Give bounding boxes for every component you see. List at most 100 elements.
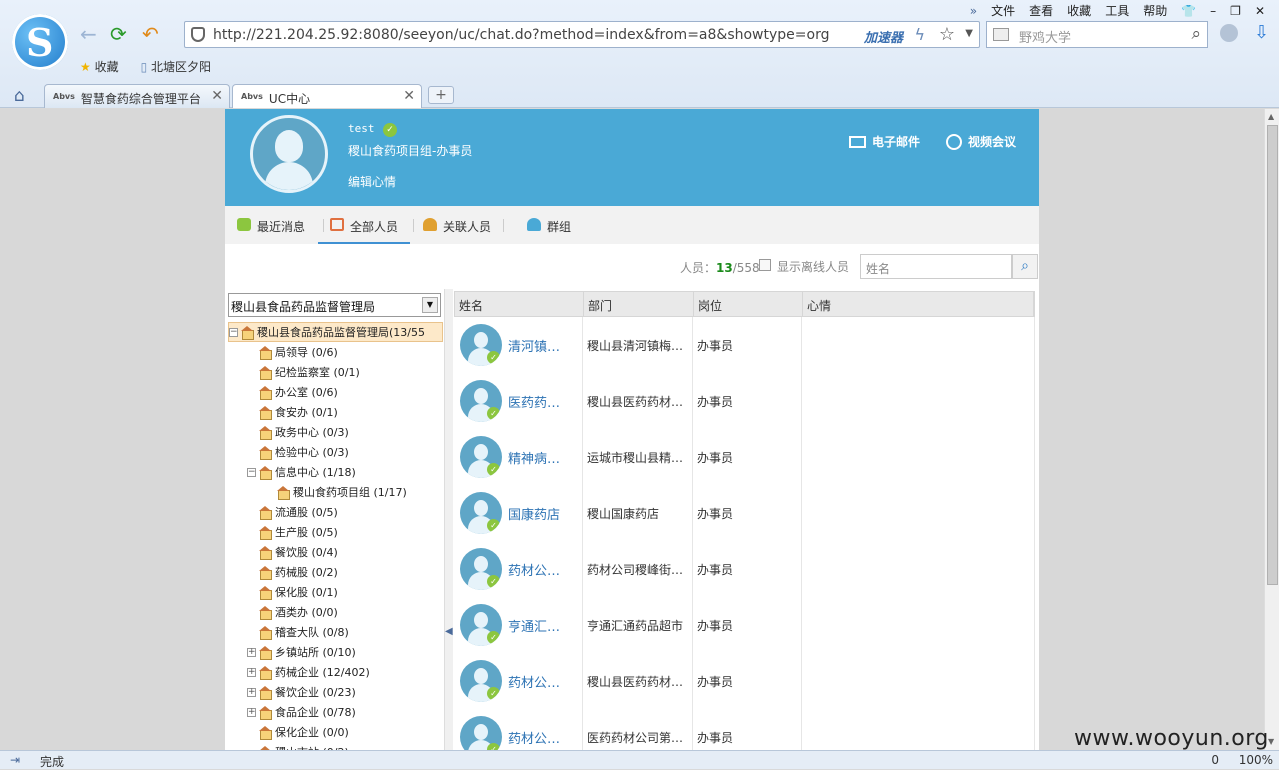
name-search-input[interactable]: 姓名	[860, 254, 1012, 279]
download-icon[interactable]: ⇩	[1254, 22, 1269, 43]
tab-platform[interactable]: Abvs 智慧食药综合管理平台 ✕	[44, 84, 230, 108]
header-name[interactable]: 姓名	[455, 292, 584, 316]
panel-splitter[interactable]: ◀	[445, 289, 453, 750]
tree-node[interactable]: + 餐饮企业 (0/23)	[247, 682, 356, 702]
tree-node[interactable]: − 稷山县食品药品监督管理局(13/55	[228, 322, 443, 342]
member-name[interactable]: 药材公…	[508, 672, 560, 691]
tree-node[interactable]: 食安办 (0/1)	[247, 402, 338, 422]
member-name[interactable]: 药材公…	[508, 728, 560, 747]
menu-help[interactable]: 帮助	[1143, 2, 1167, 19]
tab-all-members[interactable]: 全部人员	[318, 206, 410, 244]
tree-node[interactable]: 稷山市站 (0/2)	[247, 742, 349, 750]
tab-uc-center[interactable]: Abvs UC中心 ✕	[232, 84, 422, 108]
tree-node[interactable]: 稷山食药项目组 (1/17)	[265, 482, 407, 502]
avatar[interactable]	[250, 115, 328, 193]
expand-icon[interactable]: +	[247, 687, 256, 697]
show-offline-checkbox[interactable]	[759, 259, 771, 271]
search-button[interactable]: ⌕	[1012, 254, 1038, 279]
image-search-icon[interactable]	[993, 28, 1009, 41]
refresh-icon[interactable]: ⟳	[110, 22, 127, 46]
member-name[interactable]: 清河镇…	[508, 336, 560, 355]
tree-node[interactable]: 保化股 (0/1)	[247, 582, 338, 602]
expand-icon[interactable]: +	[247, 667, 256, 677]
back-icon[interactable]: ←	[80, 22, 97, 46]
chevron-down-icon[interactable]: ▼	[965, 28, 973, 39]
accelerator-label[interactable]: 加速器	[864, 27, 903, 46]
menu-file[interactable]: 文件	[991, 2, 1015, 19]
member-row[interactable]: ✓ 国康药店 稷山国康药店 办事员	[454, 485, 1035, 541]
member-name[interactable]: 国康药店	[508, 504, 560, 523]
new-tab-button[interactable]: +	[428, 86, 454, 104]
tree-node[interactable]: 保化企业 (0/0)	[247, 722, 349, 742]
member-row[interactable]: ✓ 药材公… 医药药材公司第… 办事员	[454, 709, 1035, 750]
menu-tools[interactable]: 工具	[1105, 2, 1129, 19]
tree-node[interactable]: + 乡镇站所 (0/10)	[247, 642, 356, 662]
member-row[interactable]: ✓ 药材公… 稷山县医药药材… 办事员	[454, 653, 1035, 709]
bookmark-item[interactable]: ▯ 北塘区夕阳	[141, 58, 211, 75]
header-mood[interactable]: 心情	[803, 292, 1034, 316]
tree-node[interactable]: 药械股 (0/2)	[247, 562, 338, 582]
org-select[interactable]: 稷山县食品药品监督管理局 ▼	[228, 293, 441, 317]
user-icon[interactable]	[1220, 24, 1238, 42]
member-row[interactable]: ✓ 药材公… 药材公司稷峰街… 办事员	[454, 541, 1035, 597]
home-icon[interactable]: ⌂	[14, 86, 25, 106]
tree-node[interactable]: + 药械企业 (12/402)	[247, 662, 370, 682]
tree-node[interactable]: 办公室 (0/6)	[247, 382, 338, 402]
expand-icon[interactable]: +	[247, 647, 256, 657]
bolt-icon[interactable]: ϟ	[914, 25, 925, 44]
avatar[interactable]: ✓	[460, 380, 502, 422]
tree-node[interactable]: 生产股 (0/5)	[247, 522, 338, 542]
avatar[interactable]: ✓	[460, 492, 502, 534]
browser-search-box[interactable]: 野鸡大学 ⌕	[986, 21, 1208, 48]
email-button[interactable]: 电子邮件	[849, 133, 920, 150]
avatar[interactable]: ✓	[460, 324, 502, 366]
tree-node[interactable]: 稽查大队 (0/8)	[247, 622, 349, 642]
tab-recent-messages[interactable]: 最近消息	[237, 206, 319, 244]
search-icon[interactable]: ⌕	[1191, 24, 1201, 44]
close-icon[interactable]: ✕	[1255, 4, 1265, 18]
member-row[interactable]: ✓ 精神病… 运城市稷山县精… 办事员	[454, 429, 1035, 485]
edit-mood-link[interactable]: 编辑心情	[348, 173, 396, 190]
address-bar[interactable]: http://221.204.25.92:8080/seeyon/uc/chat…	[184, 21, 980, 48]
star-icon[interactable]: ☆	[939, 24, 955, 45]
avatar[interactable]: ✓	[460, 604, 502, 646]
bookmark-favorites[interactable]: ★ 收藏	[80, 58, 119, 75]
close-icon[interactable]: ✕	[211, 88, 223, 104]
collapse-icon[interactable]: −	[229, 327, 238, 337]
tree-node[interactable]: 流通股 (0/5)	[247, 502, 338, 522]
tree-node[interactable]: 政务中心 (0/3)	[247, 422, 349, 442]
member-name[interactable]: 精神病…	[508, 448, 560, 467]
tree-node[interactable]: + 食品企业 (0/78)	[247, 702, 356, 722]
tree-node[interactable]: 检验中心 (0/3)	[247, 442, 349, 462]
page-scrollbar[interactable]: ▲ ▼	[1264, 109, 1279, 750]
member-row[interactable]: ✓ 医药药… 稷山县医药药材… 办事员	[454, 373, 1035, 429]
tree-node[interactable]: 纪检监察室 (0/1)	[247, 362, 360, 382]
avatar[interactable]: ✓	[460, 436, 502, 478]
skin-icon[interactable]: 👕	[1181, 4, 1196, 18]
menu-favorites[interactable]: 收藏	[1067, 2, 1091, 19]
tab-groups[interactable]: 群组	[527, 206, 587, 244]
menu-view[interactable]: 查看	[1029, 2, 1053, 19]
tree-node[interactable]: 局领导 (0/6)	[247, 342, 338, 362]
expand-icon[interactable]: +	[247, 707, 256, 717]
zoom-level[interactable]: 100%	[1239, 753, 1273, 767]
member-row[interactable]: ✓ 清河镇… 稷山县清河镇梅… 办事员	[454, 317, 1035, 373]
tree-node[interactable]: − 信息中心 (1/18)	[247, 462, 356, 482]
avatar[interactable]: ✓	[460, 660, 502, 702]
more-icon[interactable]: »	[970, 4, 977, 18]
url-text[interactable]: http://221.204.25.92:8080/seeyon/uc/chat…	[213, 27, 829, 43]
tab-related-members[interactable]: 关联人员	[423, 206, 505, 244]
close-icon[interactable]: ✕	[403, 88, 415, 104]
video-conference-button[interactable]: 视频会议	[946, 133, 1016, 150]
tree-node[interactable]: 餐饮股 (0/4)	[247, 542, 338, 562]
scroll-thumb[interactable]	[1267, 125, 1278, 585]
tree-node[interactable]: 酒类办 (0/0)	[247, 602, 338, 622]
minimize-icon[interactable]: –	[1210, 4, 1216, 18]
header-department[interactable]: 部门	[584, 292, 694, 316]
member-name[interactable]: 药材公…	[508, 560, 560, 579]
panel-toggle-icon[interactable]: ⇥	[10, 753, 20, 767]
chevron-down-icon[interactable]: ▼	[422, 297, 438, 313]
avatar[interactable]: ✓	[460, 716, 502, 750]
member-name[interactable]: 医药药…	[508, 392, 560, 411]
restore-icon[interactable]: ❐	[1230, 4, 1241, 18]
